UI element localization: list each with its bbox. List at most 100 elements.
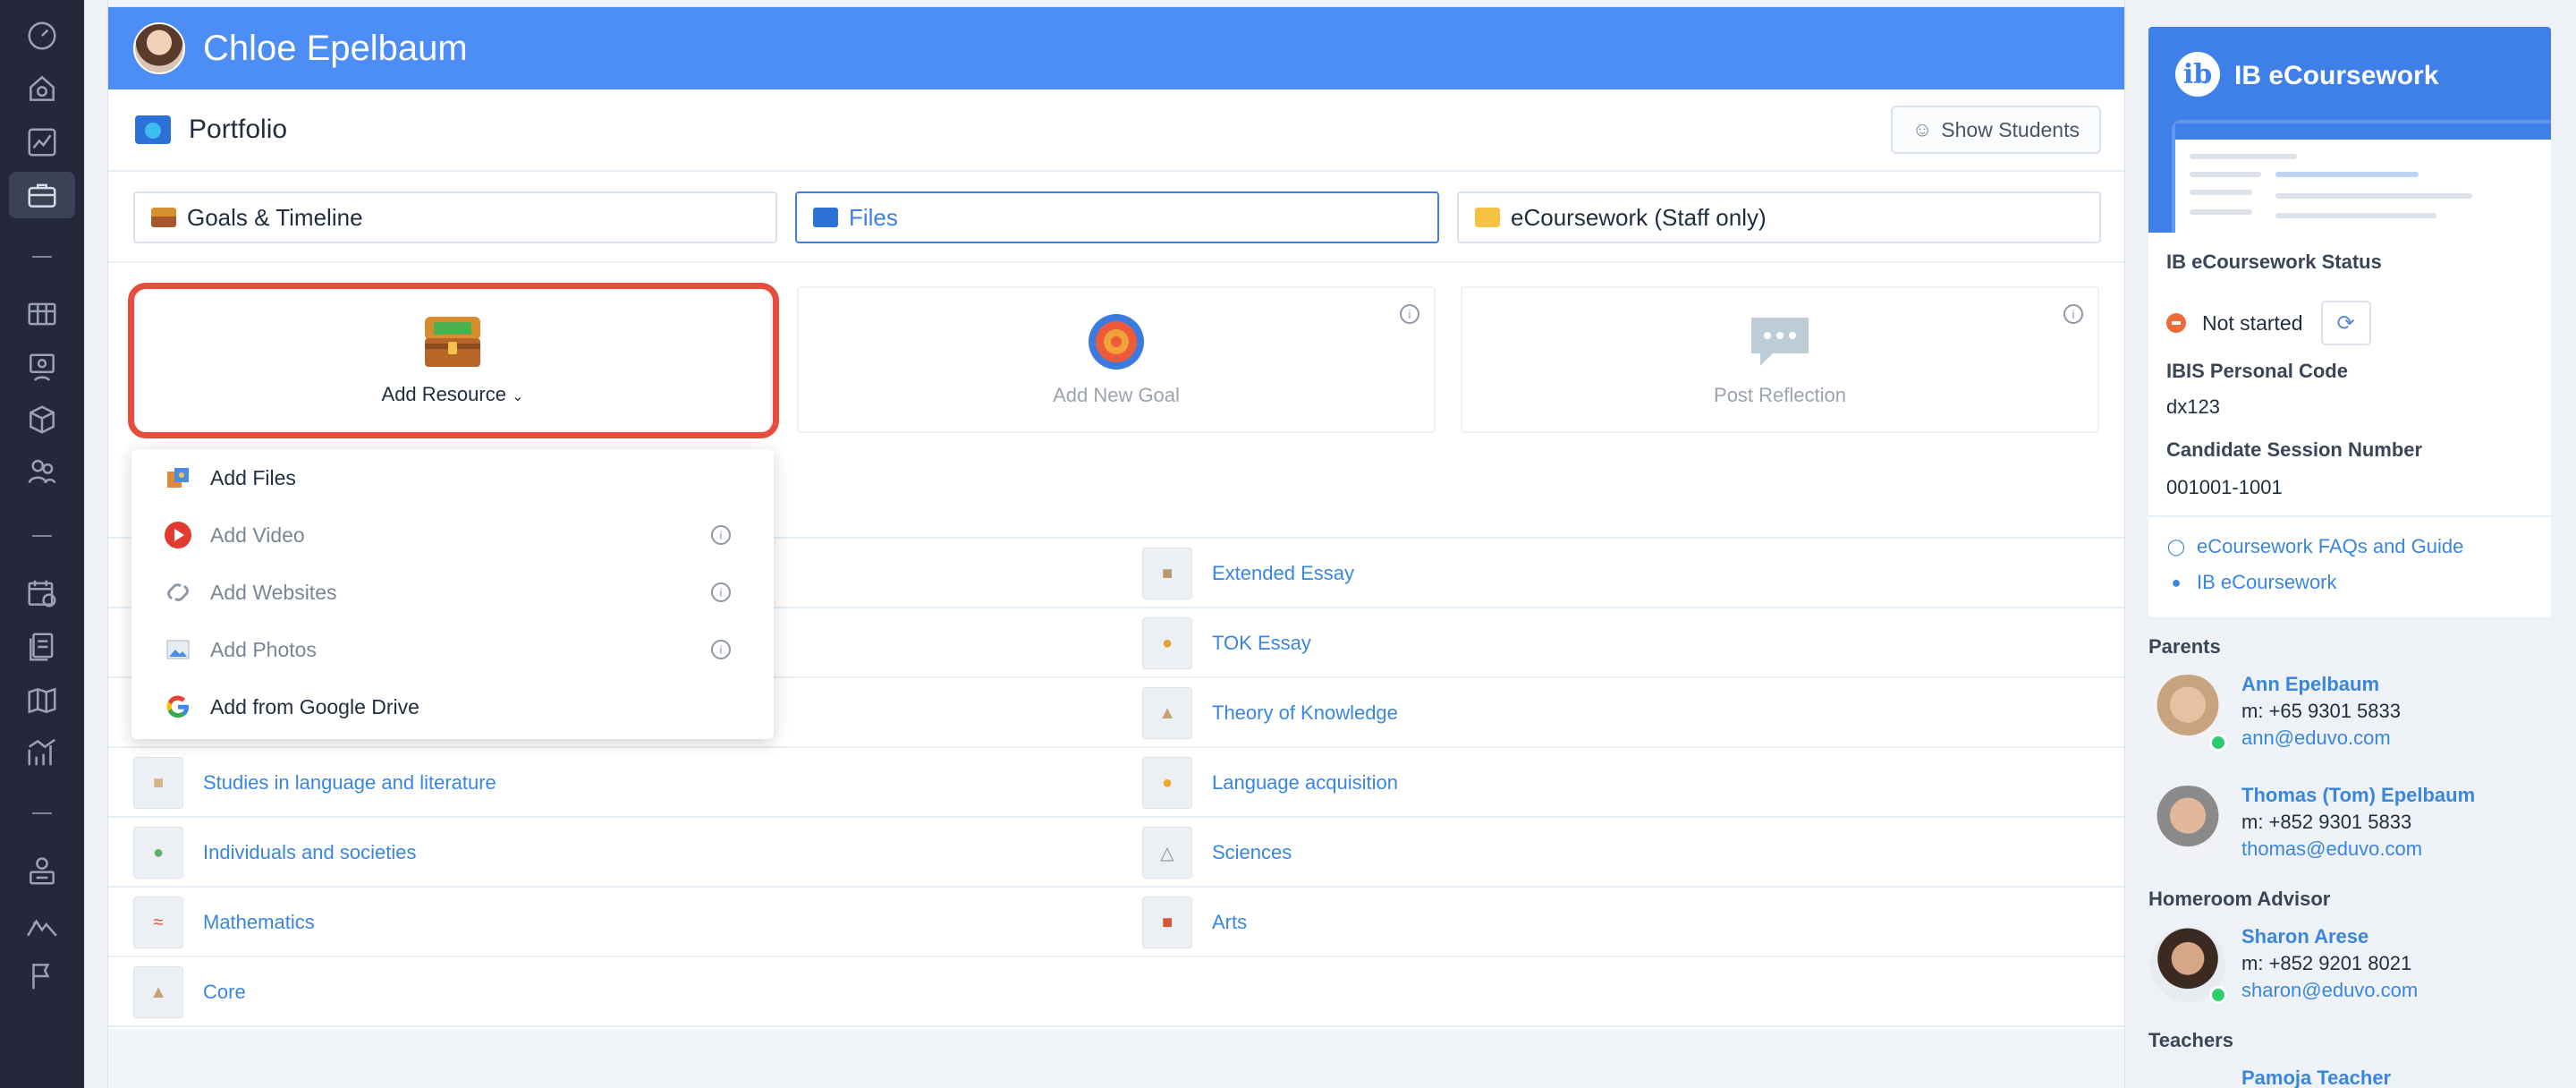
post-reflection-label: Post Reflection <box>1714 384 1846 406</box>
add-new-goal-card[interactable]: Add New Goal i <box>797 286 1436 433</box>
folder-core[interactable]: ▲ Core <box>133 957 246 1027</box>
folder-link[interactable]: Studies in language and literature <box>203 771 496 795</box>
home-icon[interactable] <box>23 70 61 107</box>
teacher-card: Pamoja Teacher <box>2148 1067 2551 1088</box>
add-new-goal-label: Add New Goal <box>1053 384 1180 406</box>
info-icon[interactable]: i <box>711 640 731 659</box>
faq-guide-link[interactable]: ◯ eCoursework FAQs and Guide <box>2166 535 2463 558</box>
folder-icon: ● <box>133 827 183 879</box>
post-reflection-card[interactable]: Post Reflection i <box>1461 286 2099 433</box>
folder-link[interactable]: Core <box>203 981 246 1004</box>
rail-divider <box>32 812 52 814</box>
folder-studies-language-literature[interactable]: ■ Studies in language and literature <box>133 748 496 818</box>
folder-individuals-societies[interactable]: ● Individuals and societies <box>133 818 416 888</box>
info-icon[interactable]: i <box>711 582 731 602</box>
tab-files[interactable]: Files <box>795 191 1439 243</box>
session-number-label: Candidate Session Number <box>2166 438 2423 461</box>
info-icon[interactable]: i <box>711 525 731 545</box>
map-icon[interactable] <box>23 682 61 719</box>
classes-grid-icon[interactable] <box>23 295 61 333</box>
documents-icon[interactable] <box>23 628 61 666</box>
mountains-icon[interactable] <box>23 905 61 943</box>
folder-link[interactable]: Extended Essay <box>1212 562 1354 585</box>
homeroom-phone: m: +852 9201 8021 <box>2241 952 2412 974</box>
teacher-board-icon[interactable] <box>23 349 61 387</box>
info-icon[interactable]: i <box>2063 304 2083 324</box>
folder-tok-essay[interactable]: ● TOK Essay <box>1142 608 1311 678</box>
people-icon[interactable] <box>23 453 61 490</box>
folder-link[interactable]: Sciences <box>1212 841 1292 864</box>
folder-link[interactable]: TOK Essay <box>1212 632 1311 655</box>
online-indicator <box>2209 734 2227 752</box>
table-row: ▲ Core <box>108 956 2124 1025</box>
table-row: ≈ Mathematics ■ Arts <box>108 886 2124 956</box>
cube-icon[interactable] <box>23 401 61 438</box>
folder-icon: ● <box>1142 617 1192 669</box>
homeroom-card: Sharon Arese m: +852 9201 8021 sharon@ed… <box>2148 925 2551 1015</box>
ib-status-label: IB eCoursework Status <box>2166 251 2382 273</box>
avatar[interactable] <box>2150 786 2225 861</box>
ibis-code-value: dx123 <box>2166 395 2220 418</box>
folder-arts[interactable]: ■ Arts <box>1142 888 1247 957</box>
teacher-name[interactable]: Pamoja Teacher <box>2241 1067 2391 1088</box>
dashboard-gauge-icon[interactable] <box>23 17 61 55</box>
refresh-button[interactable]: ⟳ <box>2320 301 2371 345</box>
show-students-button[interactable]: ☺ Show Students <box>1890 106 2101 154</box>
ib-ecoursework-link[interactable]: ● IB eCoursework <box>2166 571 2337 594</box>
folder-link[interactable]: Individuals and societies <box>203 841 416 864</box>
parent-email[interactable]: thomas@eduvo.com <box>2241 837 2422 861</box>
menu-item-label: Add from Google Drive <box>210 694 419 718</box>
calendar-clock-icon[interactable] <box>23 574 61 612</box>
ib-logo-icon: ib <box>2175 52 2220 97</box>
folder-icon: ▲ <box>1142 687 1192 739</box>
menu-item-add-google-drive[interactable]: Add from Google Drive <box>131 678 774 735</box>
add-resource-dropdown: Add Files Add Video i Add Websites i Add… <box>131 449 774 739</box>
menu-item-label: Add Photos <box>210 637 317 661</box>
link-icon <box>164 578 192 607</box>
portfolio-briefcase-icon[interactable] <box>9 172 75 218</box>
online-indicator <box>2209 986 2227 1004</box>
trend-chart-icon[interactable] <box>23 734 61 771</box>
tab-goals-timeline[interactable]: Goals & Timeline <box>133 191 777 243</box>
folder-link[interactable]: Arts <box>1212 911 1247 934</box>
folder-theory-of-knowledge[interactable]: ▲ Theory of Knowledge <box>1142 678 1398 748</box>
menu-item-add-files[interactable]: Add Files <box>131 449 774 506</box>
folder-icon: △ <box>1142 827 1192 879</box>
menu-item-add-websites[interactable]: Add Websites i <box>131 564 774 621</box>
parent-name[interactable]: Ann Epelbaum <box>2241 673 2379 696</box>
folder-mathematics[interactable]: ≈ Mathematics <box>133 888 315 957</box>
ib-status-value: Not started <box>2202 310 2303 335</box>
folder-link[interactable]: Mathematics <box>203 911 315 934</box>
main-panel: Chloe Epelbaum Portfolio ☺ Show Students… <box>107 0 2125 1088</box>
ib-ecoursework-banner[interactable]: ib IB eCoursework <box>2148 27 2551 233</box>
yellow-folder-icon <box>1475 208 1500 227</box>
tab-ecoursework[interactable]: eCoursework (Staff only) <box>1457 191 2101 243</box>
homeroom-name[interactable]: Sharon Arese <box>2241 925 2368 948</box>
student-avatar[interactable] <box>133 22 185 74</box>
folder-language-acquisition[interactable]: ● Language acquisition <box>1142 748 1398 818</box>
parent-phone: m: +65 9301 5833 <box>2241 700 2401 722</box>
admin-user-icon[interactable] <box>23 852 61 889</box>
folder-link[interactable]: Theory of Knowledge <box>1212 701 1398 725</box>
ib-banner-title: IB eCoursework <box>2234 61 2439 90</box>
info-icon[interactable]: i <box>1400 304 1419 324</box>
homeroom-email[interactable]: sharon@eduvo.com <box>2241 979 2418 1002</box>
flag-icon[interactable] <box>23 957 61 995</box>
portfolio-title: Portfolio <box>189 115 288 144</box>
folder-extended-essay[interactable]: ■ Extended Essay <box>1142 539 1354 608</box>
analytics-line-icon[interactable] <box>23 123 61 161</box>
folder-icon: ■ <box>1142 897 1192 948</box>
parent-name[interactable]: Thomas (Tom) Epelbaum <box>2241 784 2475 807</box>
people-outline-icon: ☺ <box>1911 118 1933 140</box>
parent-email[interactable]: ann@eduvo.com <box>2241 727 2391 750</box>
folder-link[interactable]: Language acquisition <box>1212 771 1398 795</box>
ib-ecoursework-panel: ib IB eCoursework IB eCoursework Status … <box>2148 27 2551 617</box>
folder-icon: ≈ <box>133 897 183 948</box>
target-goal-icon <box>1089 314 1144 370</box>
parent-card: Ann Epelbaum m: +65 9301 5833 ann@eduvo.… <box>2148 673 2551 762</box>
session-number-value: 001001-1001 <box>2166 476 2283 498</box>
top-strip <box>108 0 2124 7</box>
menu-item-add-photos[interactable]: Add Photos i <box>131 621 774 678</box>
folder-sciences[interactable]: △ Sciences <box>1142 818 1292 888</box>
menu-item-add-video[interactable]: Add Video i <box>131 506 774 564</box>
